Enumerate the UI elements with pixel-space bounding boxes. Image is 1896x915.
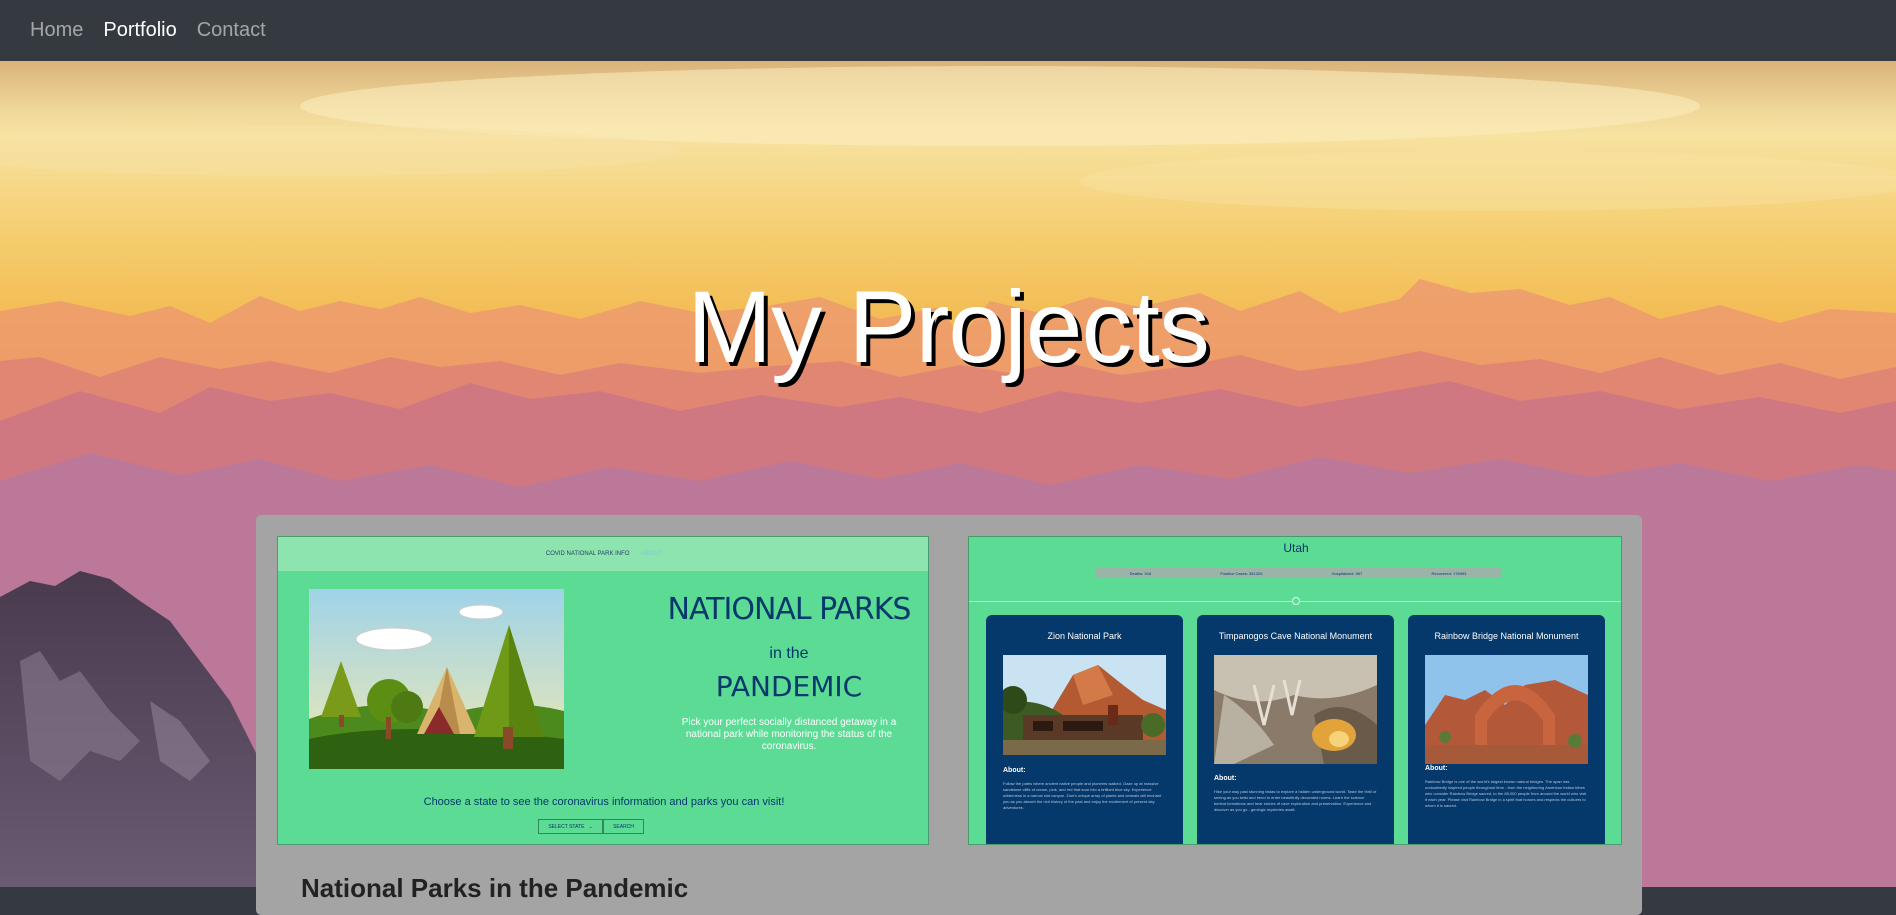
park-name: Timpanogos Cave National Monument [1218,631,1373,641]
park-card-zion: Zion National Park About: Follow the pat… [986,615,1183,844]
np-title-line3: PANDEMIC [715,670,863,703]
top-navbar: Home Portfolio Contact [0,0,1896,61]
screenshot-navbar: COVID NATIONAL PARK INFO ABOUT [278,537,928,571]
park-description: Follow the paths where ancient native pe… [1003,781,1162,810]
chevron-down-icon: ⌄ [588,823,593,830]
project-screenshot-utah[interactable]: Utah Deaths: 916 Positive Cases: 361320 … [968,536,1622,845]
np-choose-prompt: Choose a state to see the coronavirus in… [423,796,785,808]
projects-panel: COVID NATIONAL PARK INFO ABOUT NATIONAL … [256,515,1642,915]
nav-link-home[interactable]: Home [30,19,83,42]
stat-positive-cases: Positive Cases: 361320 [1220,570,1263,576]
park-card-rainbow-bridge: Rainbow Bridge National Monument About: … [1408,615,1605,844]
search-button: SEARCH [603,819,644,834]
camping-illustration [309,589,564,769]
project-screenshot-national-parks[interactable]: COVID NATIONAL PARK INFO ABOUT NATIONAL … [277,536,929,845]
screenshot-nav-about: ABOUT [641,551,663,557]
zion-photo [1003,655,1166,755]
covid-stats-bar: Deaths: 916 Positive Cases: 361320 Hospi… [1095,568,1501,578]
project-heading: National Parks in the Pandemic [301,873,689,903]
park-about-label: About: [1425,765,1448,772]
np-subtitle: Pick your perfect socially distanced get… [681,717,897,752]
stat-deaths: Deaths: 916 [1129,570,1152,576]
park-about-label: About: [1214,775,1237,782]
park-card-timpanogos: Timpanogos Cave National Monument About:… [1197,615,1394,844]
park-name: Rainbow Bridge National Monument [1434,631,1579,641]
nav-link-portfolio[interactable]: Portfolio [103,19,176,42]
state-select-label: SELECT STATE [548,823,585,830]
page-title: My Projects [687,270,1210,384]
stat-recovered: Recovered: 176993 [1431,570,1467,576]
stat-hospitalized: Hospitalized: 567 [1331,570,1363,576]
park-about-label: About: [1003,767,1026,774]
divider-circle-icon [1292,597,1300,605]
np-title-line2: in the [769,645,809,662]
state-heading: Utah [1283,541,1309,555]
park-description: Rainbow Bridge is one of the world's lar… [1425,779,1587,808]
screenshot-nav-title: COVID NATIONAL PARK INFO [545,551,630,557]
nav-link-contact[interactable]: Contact [197,19,266,42]
park-description: Hike your way past stunning vistas to ex… [1214,789,1377,812]
state-select: SELECT STATE ⌄ [538,819,603,834]
np-title-line1: NATIONAL PARKS [667,592,912,627]
park-name: Zion National Park [1047,631,1122,641]
np-controls: SELECT STATE ⌄ SEARCH [538,819,644,834]
rainbow-bridge-photo [1425,655,1588,764]
timpanogos-cave-photo [1214,655,1377,764]
